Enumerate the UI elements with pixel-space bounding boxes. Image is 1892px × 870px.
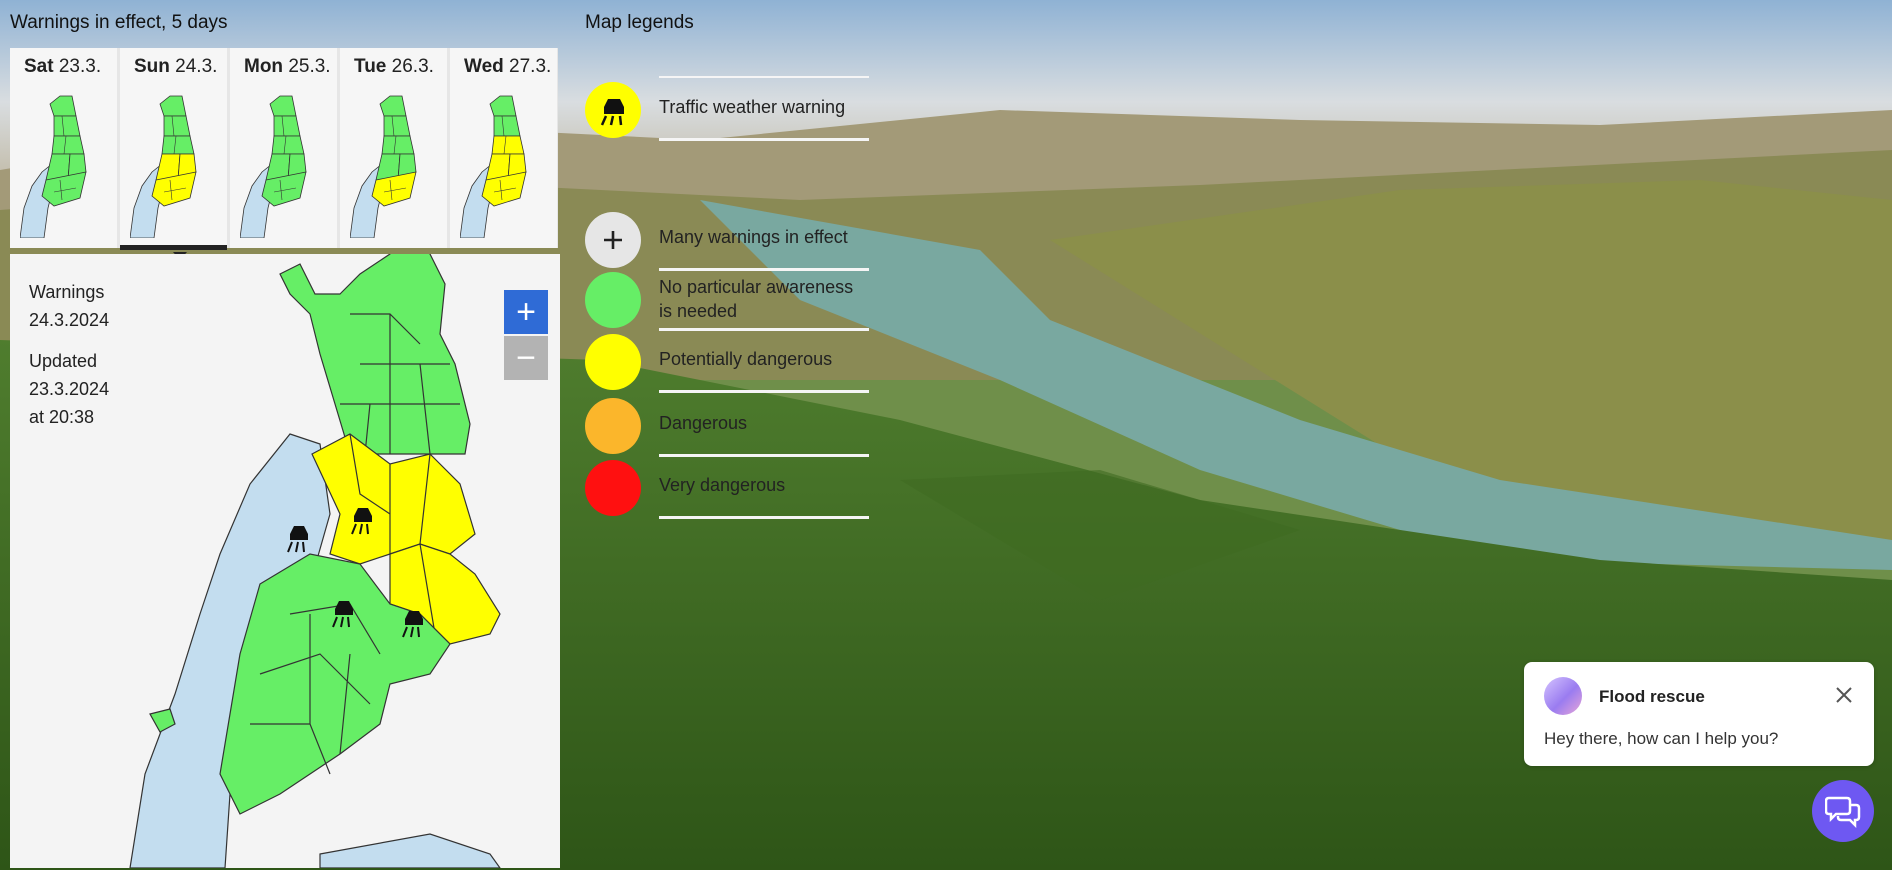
legend-label: No particular awareness is needed [659, 277, 854, 321]
day-date: 26.3. [391, 56, 434, 77]
close-icon[interactable] [1830, 681, 1858, 709]
day-tab-label: Mon 25.3. [244, 56, 331, 78]
mini-region [271, 135, 305, 155]
day-tab-sat[interactable]: Sat 23.3. [10, 48, 117, 248]
selected-tab-indicator [120, 245, 227, 250]
legend-color-swatch [585, 460, 641, 516]
day-tab-label: Sat 23.3. [24, 56, 101, 78]
legend-divider [659, 138, 869, 141]
day-name: Sat [24, 56, 54, 77]
day-name: Wed [464, 56, 504, 77]
mini-region [269, 95, 297, 117]
flood-rescue-logo [1544, 677, 1582, 715]
mini-region [381, 135, 415, 155]
legend-item: No particular awareness is needed [585, 270, 875, 331]
legend-divider [659, 76, 869, 78]
warning-detail: Warnings 24.3.2024 Updated 23.3.2024 at … [10, 254, 560, 868]
mini-region [159, 95, 187, 117]
day-tab-mon[interactable]: Mon 25.3. [230, 48, 337, 248]
day-tabs: Sat 23.3. Sun 24.3. Mon 25.3. Tue 26.3. Wed … [10, 48, 558, 250]
mini-region [273, 115, 301, 137]
mini-region [491, 135, 525, 155]
day-name: Mon [244, 56, 284, 77]
legend-divider [659, 328, 869, 331]
mini-region [383, 115, 411, 137]
legend-color-swatch [585, 272, 641, 328]
legend-item: Many warnings in effect [585, 210, 875, 271]
chat-launcher-button[interactable] [1812, 780, 1874, 842]
chat-popup[interactable]: Flood rescue Hey there, how can I help y… [1524, 662, 1874, 766]
day-date: 24.3. [175, 56, 218, 77]
legend-divider [659, 390, 869, 393]
updated-label: Updated [29, 351, 98, 371]
day-tab-label: Tue 26.3. [354, 56, 434, 78]
legend-color-swatch [585, 334, 641, 390]
day-tab-wed[interactable]: Wed 27.3. [450, 48, 557, 248]
day-date: 25.3. [288, 56, 331, 77]
mini-warning-map [20, 95, 87, 238]
legend-color-swatch [585, 398, 641, 454]
region-north [279, 254, 471, 455]
day-tab-label: Wed 27.3. [464, 56, 551, 78]
legend-divider [659, 516, 869, 519]
mini-region [493, 115, 521, 137]
legend-label: Many warnings in effect [659, 227, 848, 247]
plus-icon [585, 212, 641, 268]
legend-item: Traffic weather warning [585, 80, 875, 141]
chat-bubble-icon [1825, 796, 1861, 828]
mini-region [49, 95, 77, 117]
legend-item: Dangerous [585, 396, 875, 457]
updated-time: at 20:38 [29, 407, 95, 427]
mini-region [163, 115, 191, 137]
estonia-area [319, 833, 501, 868]
day-tab-sun[interactable]: Sun 24.3. [120, 48, 227, 250]
day-date: 23.3. [58, 56, 102, 77]
legend-item: Potentially dangerous [585, 332, 875, 393]
mini-region [161, 135, 195, 155]
mini-region [51, 135, 85, 155]
warnings-panel: Warnings in effect, 5 days Sat 23.3. Sun … [0, 0, 560, 868]
legend-label: Dangerous [659, 413, 748, 433]
legend-divider [659, 454, 869, 457]
mini-region [53, 115, 81, 137]
panel-title: Warnings in effect, 5 days [10, 12, 228, 33]
day-tab-label: Sun 24.3. [134, 56, 217, 78]
day-name: Sun [134, 56, 170, 77]
skid-car-icon [585, 82, 641, 138]
day-tab-tue[interactable]: Tue 26.3. [340, 48, 447, 248]
mini-warning-map [460, 95, 527, 238]
legend-item: Very dangerous [585, 458, 875, 519]
legend-title: Map legends [585, 12, 694, 33]
day-name: Tue [354, 56, 387, 77]
mini-warning-map [130, 95, 197, 238]
mini-region [489, 95, 517, 117]
day-date: 27.3. [509, 56, 552, 77]
mini-warning-map [240, 95, 307, 238]
chat-message: Hey there, how can I help you? [1544, 729, 1779, 748]
legend-label: Very dangerous [659, 475, 786, 495]
chat-title: Flood rescue [1599, 687, 1705, 706]
finland-warning-map[interactable] [90, 254, 530, 868]
mini-warning-map [350, 95, 417, 238]
legend-label: Potentially dangerous [659, 349, 833, 369]
mini-region [379, 95, 407, 117]
legend-label: Traffic weather warning [659, 97, 846, 117]
